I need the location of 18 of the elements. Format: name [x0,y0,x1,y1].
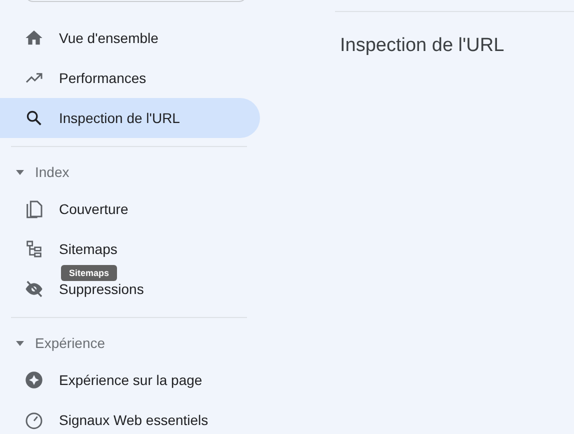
sidebar-item[interactable]: Suppressions [0,278,260,300]
search-icon [24,108,44,128]
sidebar-item[interactable]: Expérience sur la page [0,369,260,391]
eye-off-icon [24,279,44,299]
sidebar-item[interactable]: Inspection de l'URL [0,98,260,138]
sidebar-item[interactable]: Couverture [0,198,260,220]
sidebar-item[interactable]: Performances [0,67,260,89]
tooltip: Sitemaps [61,265,118,281]
sitemap-icon [24,239,44,259]
page-title: Inspection de l'URL [340,35,506,57]
section-header[interactable]: Expérience [35,335,106,351]
sidebar-item[interactable]: Signaux Web essentiels [0,409,260,431]
pages-icon [24,199,44,219]
sidebar-item[interactable]: Sitemaps [0,238,260,260]
badge-icon [24,370,44,390]
gauge-icon [24,410,44,430]
sidebar-item[interactable]: Vue d'ensemble [0,27,260,49]
section-header[interactable]: Index [35,164,70,180]
